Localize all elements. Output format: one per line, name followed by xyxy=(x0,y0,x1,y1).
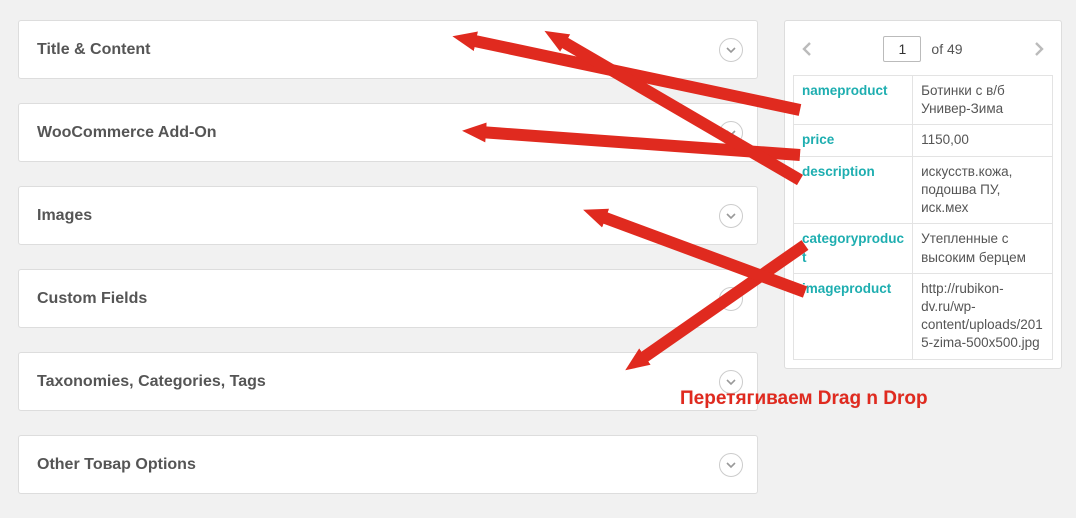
panel-taxonomies[interactable]: Taxonomies, Categories, Tags xyxy=(18,352,758,411)
record-preview: of 49 nameproduct Ботинки с в/б Универ-З… xyxy=(784,20,1062,369)
annotation-text: Перетягиваем Drag n Drop xyxy=(680,388,928,410)
table-row: description искусств.кожа, подошва ПУ, и… xyxy=(794,156,1053,224)
field-key[interactable]: categoryproduct xyxy=(794,224,913,273)
field-key[interactable]: price xyxy=(794,125,913,156)
field-key[interactable]: imageproduct xyxy=(794,273,913,359)
panel-images[interactable]: Images xyxy=(18,186,758,245)
pager-total-label: of 49 xyxy=(931,41,962,57)
chevron-down-icon[interactable] xyxy=(719,38,743,62)
panel-title-label: Title & Content xyxy=(37,41,150,59)
pager-center: of 49 xyxy=(883,36,962,62)
table-row: nameproduct Ботинки с в/б Универ-Зима xyxy=(794,76,1053,125)
table-row: categoryproduct Утепленные с высоким бер… xyxy=(794,224,1053,273)
field-value: искусств.кожа, подошва ПУ, иск.мех xyxy=(913,156,1053,224)
field-value: Утепленные с высоким берцем xyxy=(913,224,1053,273)
field-value: Ботинки с в/б Универ-Зима xyxy=(913,76,1053,125)
table-row: imageproduct http://rubikon-dv.ru/wp-con… xyxy=(794,273,1053,359)
panel-title-label: WooCommerce Add-On xyxy=(37,124,217,142)
panel-custom-fields[interactable]: Custom Fields xyxy=(18,269,758,328)
chevron-down-icon[interactable] xyxy=(719,204,743,228)
field-key[interactable]: nameproduct xyxy=(794,76,913,125)
pager-input[interactable] xyxy=(883,36,921,62)
preview-column: of 49 nameproduct Ботинки с в/б Универ-З… xyxy=(784,20,1062,369)
panel-other-options[interactable]: Other Товар Options xyxy=(18,435,758,494)
panel-title-label: Images xyxy=(37,207,92,225)
panel-woocommerce[interactable]: WooCommerce Add-On xyxy=(18,103,758,162)
pager-next-icon[interactable] xyxy=(1025,36,1051,62)
field-value: 1150,00 xyxy=(913,125,1053,156)
panel-title-content[interactable]: Title & Content xyxy=(18,20,758,79)
chevron-down-icon[interactable] xyxy=(719,453,743,477)
panel-title-label: Taxonomies, Categories, Tags xyxy=(37,373,266,391)
panel-title-label: Other Товар Options xyxy=(37,456,196,474)
fields-table: nameproduct Ботинки с в/б Универ-Зима pr… xyxy=(793,75,1053,360)
chevron-down-icon[interactable] xyxy=(719,287,743,311)
chevron-down-icon[interactable] xyxy=(719,121,743,145)
panel-title-label: Custom Fields xyxy=(37,290,147,308)
pager: of 49 xyxy=(793,29,1053,75)
field-key[interactable]: description xyxy=(794,156,913,224)
panels-column: Title & Content WooCommerce Add-On Image… xyxy=(18,20,758,518)
pager-prev-icon[interactable] xyxy=(795,36,821,62)
field-value: http://rubikon-dv.ru/wp-content/uploads/… xyxy=(913,273,1053,359)
table-row: price 1150,00 xyxy=(794,125,1053,156)
